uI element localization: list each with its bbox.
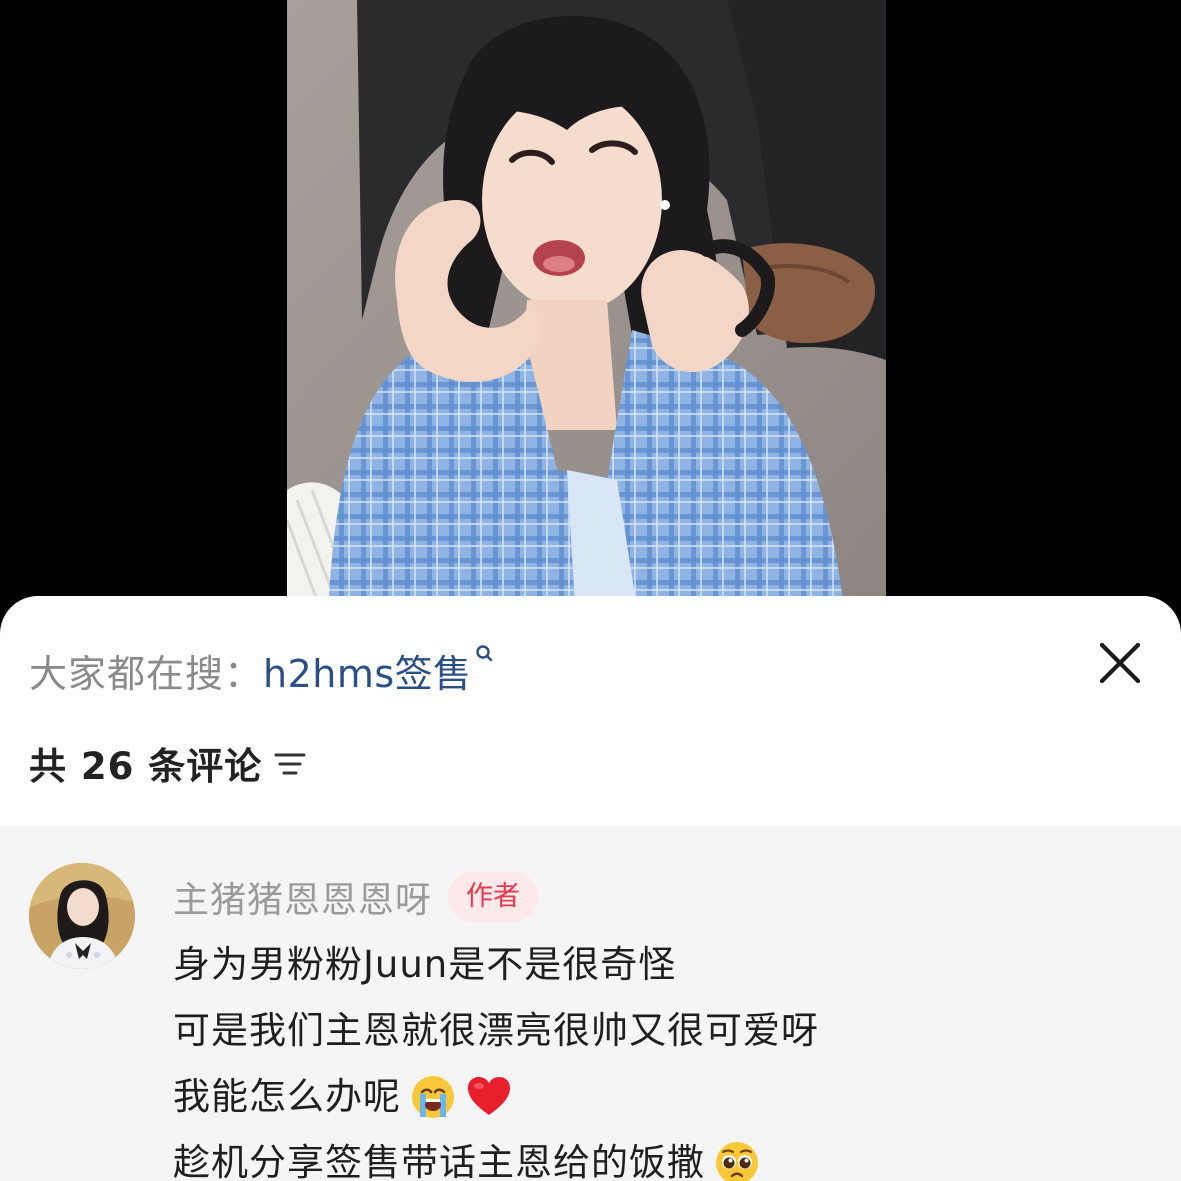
comment-line: 我能怎么办呢 (173, 1064, 1133, 1130)
comment-line-text: 身为男粉粉Juun是不是很奇怪 (173, 943, 677, 986)
comment-line-text: 可是我们主恩就很漂亮很帅又很可爱呀 (173, 1009, 819, 1052)
comment-author-row: 主猪猪恩恩恩呀 作者 (173, 868, 539, 926)
screen: 大家都在搜： h2hms签售 共 26 条评论 主猪猪恩恩恩呀 作者 身为男粉粉… (0, 0, 1181, 1181)
comment-line-text: 我能怎么办呢 (173, 1075, 401, 1118)
loudly-crying-face-icon (409, 1073, 457, 1121)
trending-search-prefix: 大家都在搜： (29, 651, 264, 696)
comments-sheet: 大家都在搜： h2hms签售 共 26 条评论 主猪猪恩恩恩呀 作者 身为男粉粉… (0, 596, 1181, 1181)
comment-line: 可是我们主恩就很漂亮很帅又很可爱呀 (173, 998, 1133, 1064)
close-icon[interactable] (1094, 637, 1146, 689)
trending-search[interactable]: 大家都在搜： h2hms签售 (29, 640, 493, 700)
comment-author-name[interactable]: 主猪猪恩恩恩呀 (173, 871, 432, 923)
avatar[interactable] (29, 863, 135, 969)
comment-line: 趁机分享签售带话主恩给的饭撒 (173, 1130, 1133, 1181)
sort-icon[interactable] (270, 743, 310, 783)
comment-body: 身为男粉粉Juun是不是很奇怪 可是我们主恩就很漂亮很帅又很可爱呀 我能怎么办呢 (173, 932, 1133, 1181)
pleading-face-icon (713, 1139, 761, 1181)
post-photo[interactable] (287, 0, 886, 640)
search-icon (475, 644, 493, 670)
comment-item[interactable]: 主猪猪恩恩恩呀 作者 身为男粉粉Juun是不是很奇怪 可是我们主恩就很漂亮很帅又… (0, 826, 1181, 1181)
comments-count: 共 26 条评论 (29, 745, 263, 788)
author-badge: 作者 (448, 872, 539, 922)
comments-header: 共 26 条评论 (29, 734, 310, 792)
comment-line-text: 趁机分享签售带话主恩给的饭撒 (173, 1141, 705, 1181)
red-heart-icon (465, 1073, 513, 1121)
trending-search-term[interactable]: h2hms签售 (263, 643, 472, 698)
photo-illustration (287, 0, 886, 640)
comment-line: 身为男粉粉Juun是不是很奇怪 (173, 932, 1133, 998)
